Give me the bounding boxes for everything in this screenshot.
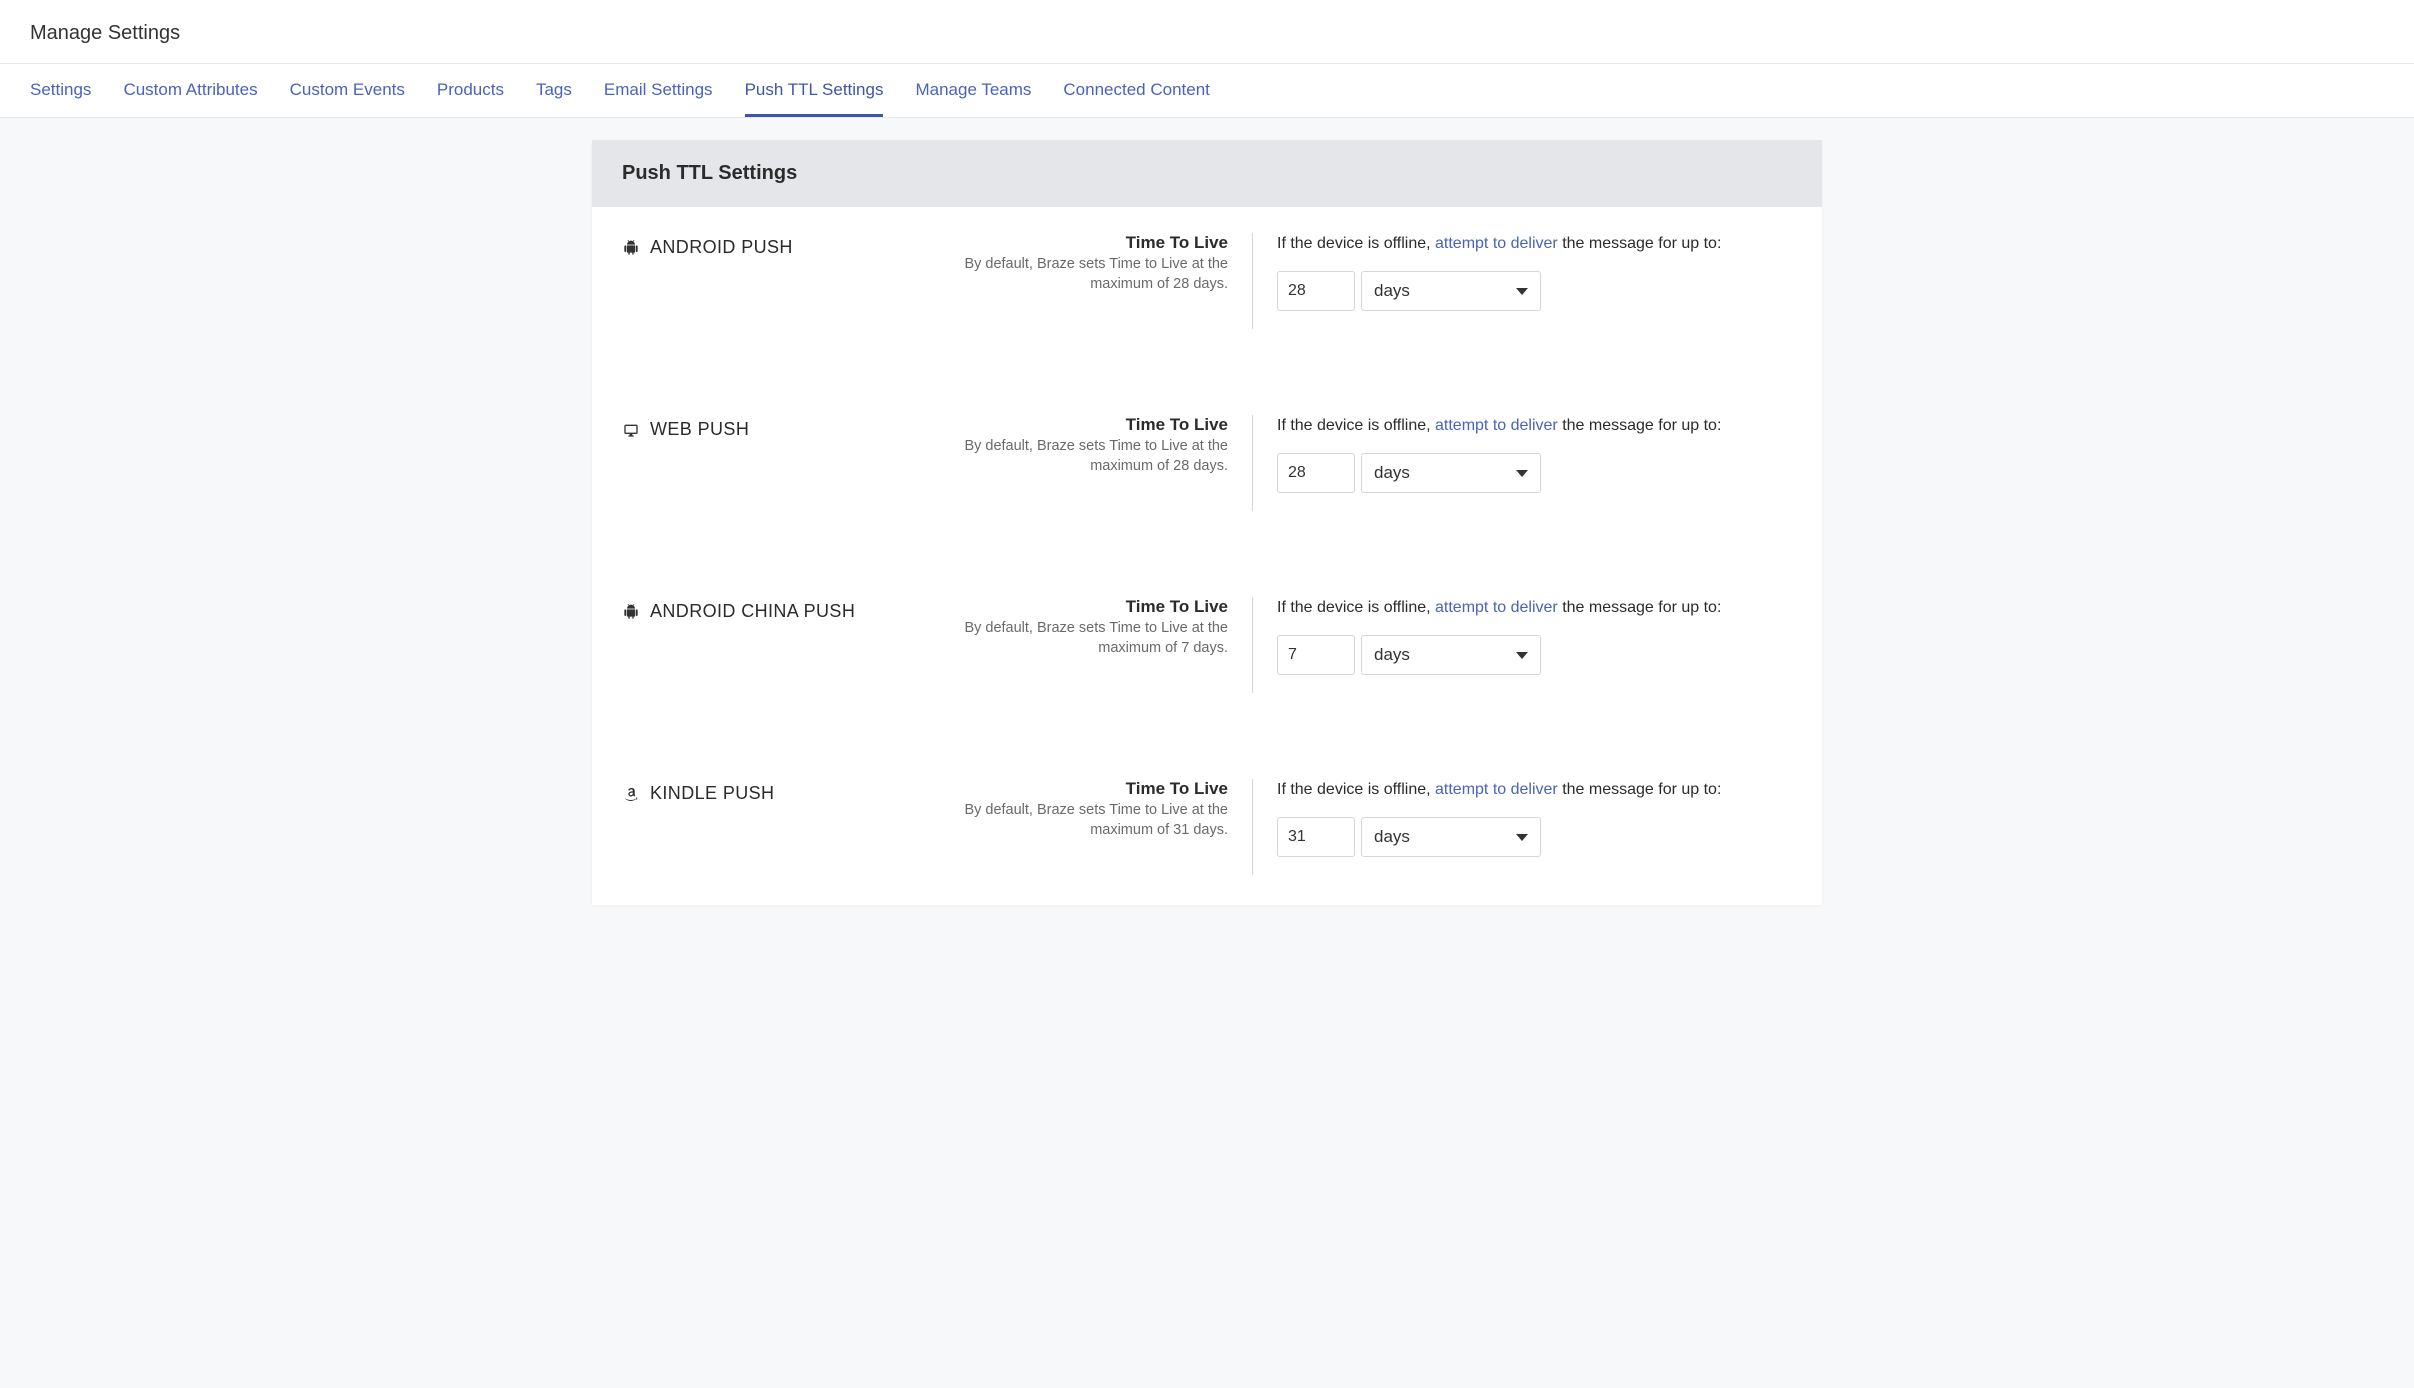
offline-text: If the device is offline, attempt to del… [1277, 235, 1792, 253]
offline-text: If the device is offline, attempt to del… [1277, 781, 1792, 799]
ttl-controls: If the device is offline, attempt to del… [1277, 233, 1792, 311]
ttl-heading: Time To Live [962, 597, 1228, 617]
offline-prefix: If the device is offline, [1277, 599, 1435, 616]
offline-suffix: the message for up to: [1558, 781, 1722, 798]
platform-label: ANDROID CHINA PUSH [622, 597, 962, 622]
divider [1252, 233, 1253, 329]
panel-title: Push TTL Settings [622, 162, 1792, 185]
divider [1252, 597, 1253, 693]
tab-custom-attributes[interactable]: Custom Attributes [123, 64, 257, 117]
ttl-heading: Time To Live [962, 415, 1228, 435]
tab-connected-content[interactable]: Connected Content [1063, 64, 1210, 117]
attempt-deliver-link[interactable]: attempt to deliver [1435, 599, 1558, 616]
ttl-value-input[interactable] [1277, 635, 1355, 675]
ttl-unit-select[interactable]: days [1361, 635, 1541, 675]
amazon-icon [622, 785, 640, 803]
ttl-unit-label: days [1374, 645, 1410, 665]
offline-suffix: the message for up to: [1558, 235, 1722, 252]
ttl-unit-select[interactable]: days [1361, 817, 1541, 857]
offline-suffix: the message for up to: [1558, 417, 1722, 434]
chevron-down-icon [1516, 288, 1528, 295]
ttl-description: Time To Live By default, Braze sets Time… [962, 415, 1252, 476]
tabs-bar: Settings Custom Attributes Custom Events… [0, 64, 2414, 118]
ttl-default-text: By default, Braze sets Time to Live at t… [962, 255, 1228, 294]
tab-email-settings[interactable]: Email Settings [604, 64, 713, 117]
ttl-controls: If the device is offline, attempt to del… [1277, 779, 1792, 857]
ttl-input-row: days [1277, 453, 1792, 493]
platform-label: WEB PUSH [622, 415, 962, 440]
ttl-unit-label: days [1374, 827, 1410, 847]
offline-text: If the device is offline, attempt to del… [1277, 599, 1792, 617]
panel: Push TTL Settings ANDROID PUSH Time To L… [592, 140, 1822, 905]
chevron-down-icon [1516, 470, 1528, 477]
chevron-down-icon [1516, 834, 1528, 841]
ttl-value-input[interactable] [1277, 453, 1355, 493]
ttl-unit-select[interactable]: days [1361, 453, 1541, 493]
offline-prefix: If the device is offline, [1277, 781, 1435, 798]
offline-prefix: If the device is offline, [1277, 235, 1435, 252]
ttl-controls: If the device is offline, attempt to del… [1277, 597, 1792, 675]
ttl-value-input[interactable] [1277, 817, 1355, 857]
tab-manage-teams[interactable]: Manage Teams [915, 64, 1031, 117]
tab-push-ttl-settings[interactable]: Push TTL Settings [745, 64, 884, 117]
offline-suffix: the message for up to: [1558, 599, 1722, 616]
platform-name: KINDLE PUSH [650, 783, 774, 804]
platform-name: ANDROID CHINA PUSH [650, 601, 855, 622]
panel-header: Push TTL Settings [592, 140, 1822, 207]
android-icon [622, 239, 640, 257]
ttl-input-row: days [1277, 635, 1792, 675]
tab-products[interactable]: Products [437, 64, 504, 117]
platform-label: ANDROID PUSH [622, 233, 962, 258]
divider [1252, 415, 1253, 511]
ttl-default-text: By default, Braze sets Time to Live at t… [962, 619, 1228, 658]
attempt-deliver-link[interactable]: attempt to deliver [1435, 235, 1558, 252]
ttl-description: Time To Live By default, Braze sets Time… [962, 233, 1252, 294]
tab-tags[interactable]: Tags [536, 64, 572, 117]
ttl-description: Time To Live By default, Braze sets Time… [962, 779, 1252, 840]
ttl-unit-label: days [1374, 281, 1410, 301]
tab-custom-events[interactable]: Custom Events [290, 64, 405, 117]
ttl-unit-label: days [1374, 463, 1410, 483]
chevron-down-icon [1516, 652, 1528, 659]
platform-name: WEB PUSH [650, 419, 749, 440]
ttl-default-text: By default, Braze sets Time to Live at t… [962, 437, 1228, 476]
ttl-heading: Time To Live [962, 233, 1228, 253]
page-header: Manage Settings [0, 0, 2414, 64]
divider [1252, 779, 1253, 875]
page-title: Manage Settings [30, 22, 2384, 45]
offline-prefix: If the device is offline, [1277, 417, 1435, 434]
platform-row-web: WEB PUSH Time To Live By default, Braze … [592, 389, 1822, 571]
tab-settings[interactable]: Settings [30, 64, 91, 117]
platform-row-android: ANDROID PUSH Time To Live By default, Br… [592, 207, 1822, 389]
platform-row-android-china: ANDROID CHINA PUSH Time To Live By defau… [592, 571, 1822, 753]
ttl-heading: Time To Live [962, 779, 1228, 799]
ttl-default-text: By default, Braze sets Time to Live at t… [962, 801, 1228, 840]
ttl-input-row: days [1277, 817, 1792, 857]
offline-text: If the device is offline, attempt to del… [1277, 417, 1792, 435]
platform-row-kindle: KINDLE PUSH Time To Live By default, Bra… [592, 753, 1822, 905]
platform-name: ANDROID PUSH [650, 237, 793, 258]
platform-label: KINDLE PUSH [622, 779, 962, 804]
ttl-unit-select[interactable]: days [1361, 271, 1541, 311]
android-icon [622, 603, 640, 621]
attempt-deliver-link[interactable]: attempt to deliver [1435, 417, 1558, 434]
ttl-value-input[interactable] [1277, 271, 1355, 311]
ttl-input-row: days [1277, 271, 1792, 311]
ttl-controls: If the device is offline, attempt to del… [1277, 415, 1792, 493]
attempt-deliver-link[interactable]: attempt to deliver [1435, 781, 1558, 798]
web-icon [622, 421, 640, 439]
ttl-description: Time To Live By default, Braze sets Time… [962, 597, 1252, 658]
